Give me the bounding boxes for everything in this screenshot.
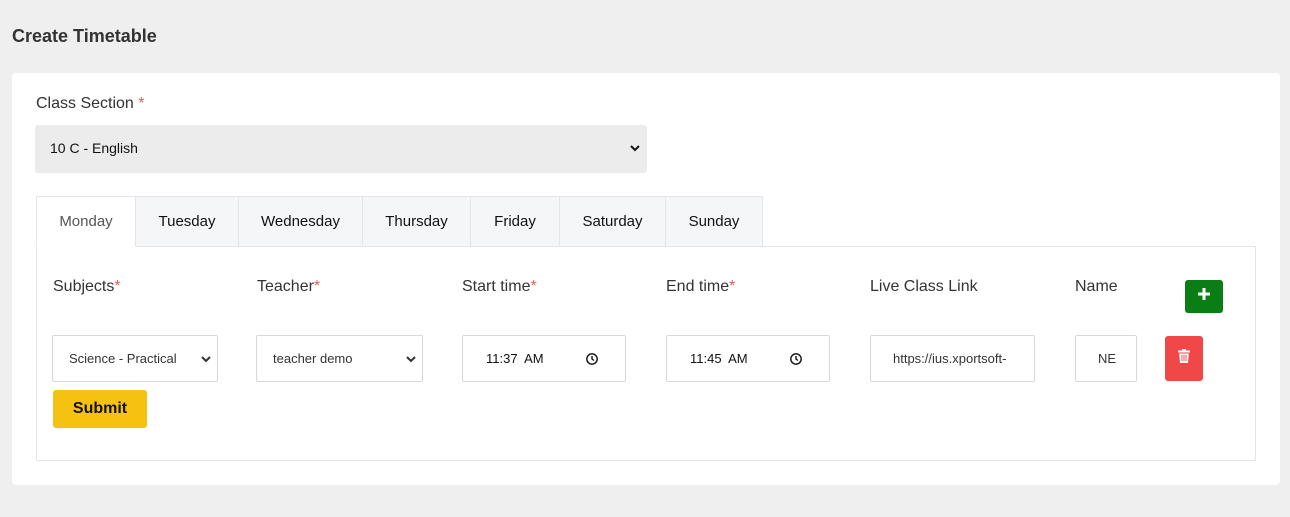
tab-thursday[interactable]: Thursday xyxy=(363,196,471,247)
name-value: NE xyxy=(1098,351,1117,366)
live-class-link-label: Live Class Link xyxy=(870,278,978,295)
tab-tuesday[interactable]: Tuesday xyxy=(136,196,239,247)
start-time-input[interactable]: 11:37 AM xyxy=(462,335,626,382)
clock-icon[interactable] xyxy=(789,352,803,369)
add-row-button[interactable] xyxy=(1185,280,1223,313)
trash-icon xyxy=(1178,349,1190,368)
start-time-label: Start time* xyxy=(462,278,537,296)
live-class-link-value: https://ius.xportsoft- xyxy=(893,351,1007,366)
required-mark: * xyxy=(114,278,121,295)
tab-wednesday[interactable]: Wednesday xyxy=(239,196,363,247)
teacher-label: Teacher* xyxy=(257,278,320,296)
class-section-label: Class Section * xyxy=(36,95,145,113)
submit-button[interactable]: Submit xyxy=(53,390,147,428)
end-time-input[interactable]: 11:45 AM xyxy=(666,335,830,382)
teacher-label-text: Teacher xyxy=(257,278,314,295)
day-tabs: Monday Tuesday Wednesday Thursday Friday… xyxy=(36,196,763,247)
live-class-link-input[interactable]: https://ius.xportsoft- xyxy=(870,335,1035,382)
timetable-card: Class Section * 10 C - English Monday Tu… xyxy=(12,73,1280,485)
chevron-down-icon xyxy=(199,352,213,369)
start-time-label-text: Start time xyxy=(462,278,531,295)
clock-icon[interactable] xyxy=(585,352,599,369)
chevron-down-icon xyxy=(404,352,418,369)
subject-select[interactable]: Science - Practical xyxy=(52,335,218,382)
delete-row-button[interactable] xyxy=(1165,336,1203,381)
tab-friday[interactable]: Friday xyxy=(471,196,560,247)
tab-sunday[interactable]: Sunday xyxy=(666,196,763,247)
page-title: Create Timetable xyxy=(12,26,157,46)
required-mark: * xyxy=(729,278,736,295)
name-label: Name xyxy=(1075,278,1118,295)
end-time-label: End time* xyxy=(666,278,735,296)
subjects-label: Subjects* xyxy=(53,278,121,296)
required-mark: * xyxy=(313,278,321,295)
chevron-down-icon xyxy=(628,141,642,160)
name-input[interactable]: NE xyxy=(1075,335,1137,382)
end-time-value: 11:45 AM xyxy=(690,351,748,366)
required-mark: * xyxy=(530,278,537,295)
class-section-value: 10 C - English xyxy=(50,140,138,156)
class-section-select[interactable]: 10 C - English xyxy=(35,125,647,173)
subject-value: Science - Practical xyxy=(69,351,177,366)
plus-icon xyxy=(1197,287,1211,306)
teacher-value: teacher demo xyxy=(273,351,353,366)
subjects-label-text: Subjects xyxy=(53,278,115,295)
tab-monday[interactable]: Monday xyxy=(36,196,136,247)
end-time-label-text: End time xyxy=(666,278,730,295)
tab-saturday[interactable]: Saturday xyxy=(560,196,666,247)
class-section-label-text: Class Section xyxy=(36,95,134,112)
required-mark: * xyxy=(138,95,145,112)
monday-panel: Subjects* Teacher* Start time* End time*… xyxy=(36,246,1256,461)
teacher-select[interactable]: teacher demo xyxy=(256,335,423,382)
start-time-value: 11:37 AM xyxy=(486,351,544,366)
